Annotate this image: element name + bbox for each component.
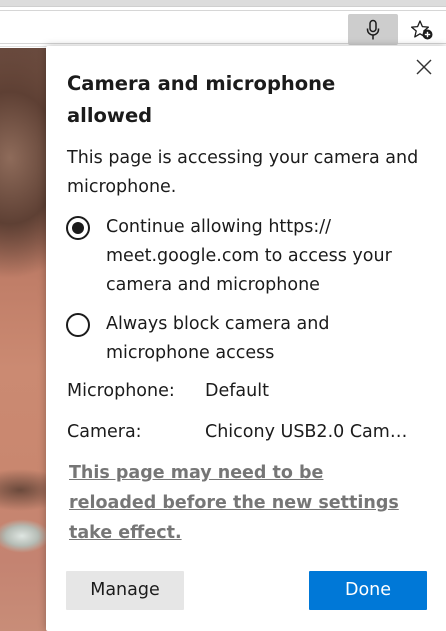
camera-device: Chicony USB2.0 Camera (205, 422, 417, 442)
option-label: Continue allowing https:// meet.google.c… (106, 217, 392, 295)
option-continue-allowing[interactable]: Continue allowing https:// meet.google.c… (66, 213, 426, 300)
radio-button[interactable] (66, 313, 90, 337)
done-button[interactable]: Done (309, 571, 427, 610)
camera-label: Camera: (67, 422, 142, 442)
reload-notice-link[interactable]: This page may need to be reloaded before… (69, 458, 409, 548)
flyout-description: This page is accessing your camera and m… (67, 148, 419, 197)
add-to-favorites-icon (410, 19, 433, 39)
permissions-flyout: Camera and microphone allowed This page … (46, 46, 446, 631)
microphone-button[interactable] (348, 14, 398, 45)
flyout-title: Camera and microphone allowed (67, 72, 336, 127)
microphone-device: Default (205, 381, 269, 401)
browser-window: Camera and microphone allowed This page … (0, 0, 446, 631)
manage-button[interactable]: Manage (66, 571, 184, 610)
microphone-icon (366, 19, 380, 39)
close-button[interactable] (413, 56, 435, 78)
close-icon (416, 59, 432, 75)
option-label: Always block camera and microphone acces… (106, 314, 330, 363)
microphone-label: Microphone: (67, 381, 175, 401)
favorites-button[interactable] (404, 14, 440, 45)
option-always-block[interactable]: Always block camera and microphone acces… (66, 310, 426, 368)
radio-button-selected[interactable] (66, 216, 90, 240)
